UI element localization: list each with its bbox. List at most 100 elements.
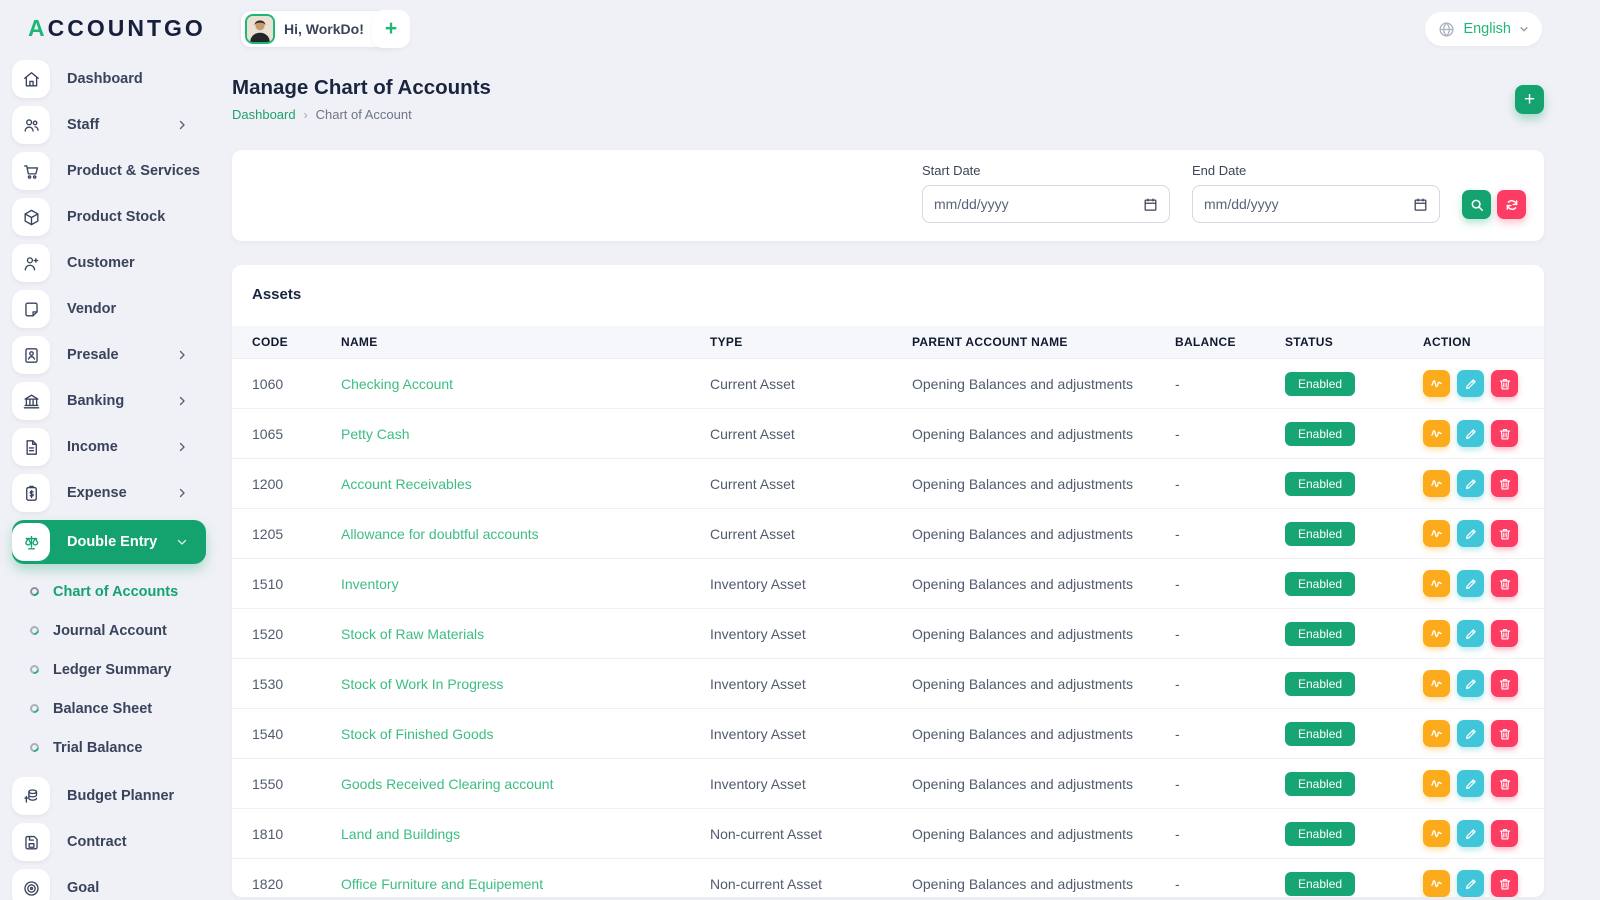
page-header: Manage Chart of Accounts Dashboard › Cha…	[232, 76, 1544, 122]
search-icon	[1470, 198, 1484, 212]
sidebar-item-expense[interactable]: Expense	[12, 474, 206, 512]
edit-button[interactable]	[1457, 470, 1484, 497]
account-name-link[interactable]: Account Receivables	[341, 476, 472, 492]
edit-button[interactable]	[1457, 820, 1484, 847]
table-header-row: CODE NAME TYPE PARENT ACCOUNT NAME BALAN…	[232, 326, 1544, 359]
delete-icon	[1498, 377, 1512, 391]
delete-button[interactable]	[1491, 820, 1518, 847]
account-name-link[interactable]: Goods Received Clearing account	[341, 776, 553, 792]
status-badge: Enabled	[1285, 771, 1356, 796]
sidebar-item-product-services[interactable]: Product & Services	[12, 152, 206, 190]
sidebar-item-income[interactable]: Income	[12, 428, 206, 466]
transactions-button[interactable]	[1423, 470, 1450, 497]
account-name-link[interactable]: Petty Cash	[341, 426, 409, 442]
sidebar-item-contract[interactable]: Contract	[12, 823, 206, 861]
delete-button[interactable]	[1491, 470, 1518, 497]
transactions-button[interactable]	[1423, 620, 1450, 647]
transactions-button[interactable]	[1423, 570, 1450, 597]
sidebar-item-customer[interactable]: Customer	[12, 244, 206, 282]
account-code: 1820	[232, 858, 333, 897]
cube-icon	[22, 208, 41, 227]
cell-actions	[1415, 508, 1544, 559]
reset-button[interactable]	[1497, 190, 1526, 219]
table-row: 1530 Stock of Work In Progress Inventory A…	[232, 658, 1544, 709]
delete-button[interactable]	[1491, 370, 1518, 397]
search-button[interactable]	[1462, 190, 1491, 219]
transactions-button[interactable]	[1423, 720, 1450, 747]
delete-button[interactable]	[1491, 520, 1518, 547]
sidebar-item-banking[interactable]: Banking	[12, 382, 206, 420]
breadcrumb-dashboard-link[interactable]: Dashboard	[232, 107, 296, 122]
sidebar-subitem-journal-account[interactable]: Journal Account	[0, 611, 212, 650]
sidebar-item-vendor[interactable]: Vendor	[12, 290, 206, 328]
transactions-button[interactable]	[1423, 820, 1450, 847]
transactions-button[interactable]	[1423, 770, 1450, 797]
calendar-icon[interactable]	[1143, 197, 1158, 212]
account-name-link[interactable]: Stock of Finished Goods	[341, 726, 494, 742]
sidebar-subitem-chart-of-accounts[interactable]: Chart of Accounts	[0, 572, 212, 611]
sidebar-subitem-ledger-summary[interactable]: Ledger Summary	[0, 650, 212, 689]
filter-panel: Start Date mm/dd/yyyy End Date mm/dd/yyy…	[232, 150, 1544, 241]
sidebar-item-product-stock[interactable]: Product Stock	[12, 198, 206, 236]
account-type: Inventory Asset	[702, 758, 904, 809]
transactions-button[interactable]	[1423, 870, 1450, 897]
create-account-button[interactable]: +	[1515, 85, 1544, 114]
parent-account-name: Opening Balances and adjustments	[904, 708, 1167, 759]
col-status: STATUS	[1277, 326, 1415, 359]
calendar-icon[interactable]	[1413, 197, 1428, 212]
edit-icon	[1464, 427, 1478, 441]
account-balance: -	[1167, 808, 1277, 859]
account-name-link[interactable]: Checking Account	[341, 376, 453, 392]
transactions-button[interactable]	[1423, 670, 1450, 697]
delete-button[interactable]	[1491, 770, 1518, 797]
sidebar-item-double-entry[interactable]: Double Entry	[12, 520, 206, 564]
sidebar-subitem-trial-balance[interactable]: Trial Balance	[0, 728, 212, 767]
sidebar-item-presale[interactable]: Presale	[12, 336, 206, 374]
edit-button[interactable]	[1457, 570, 1484, 597]
wave-icon	[1429, 376, 1444, 391]
quick-add-button[interactable]: +	[372, 10, 410, 48]
edit-button[interactable]	[1457, 670, 1484, 697]
edit-button[interactable]	[1457, 620, 1484, 647]
delete-button[interactable]	[1491, 570, 1518, 597]
transactions-button[interactable]	[1423, 370, 1450, 397]
delete-icon	[1498, 477, 1512, 491]
transactions-button[interactable]	[1423, 520, 1450, 547]
delete-button[interactable]	[1491, 670, 1518, 697]
account-name-link[interactable]: Land and Buildings	[341, 826, 460, 842]
edit-button[interactable]	[1457, 720, 1484, 747]
account-name-link[interactable]: Inventory	[341, 576, 399, 592]
sidebar-subitem-balance-sheet[interactable]: Balance Sheet	[0, 689, 212, 728]
account-name-link[interactable]: Stock of Raw Materials	[341, 626, 484, 642]
end-date-input[interactable]: mm/dd/yyyy	[1192, 185, 1440, 223]
delete-icon	[1498, 827, 1512, 841]
sidebar-item-staff[interactable]: Staff	[12, 106, 206, 144]
language-selector[interactable]: English	[1425, 12, 1542, 46]
chevron-right-icon	[176, 395, 188, 407]
sidebar-item-goal[interactable]: Goal	[12, 869, 206, 900]
edit-button[interactable]	[1457, 770, 1484, 797]
account-name-link[interactable]: Stock of Work In Progress	[341, 676, 503, 692]
account-type: Non-current Asset	[702, 858, 904, 897]
edit-button[interactable]	[1457, 370, 1484, 397]
delete-button[interactable]	[1491, 720, 1518, 747]
start-date-input[interactable]: mm/dd/yyyy	[922, 185, 1170, 223]
delete-button[interactable]	[1491, 620, 1518, 647]
transactions-button[interactable]	[1423, 420, 1450, 447]
account-name-link[interactable]: Office Furniture and Equipement	[341, 876, 543, 892]
edit-button[interactable]	[1457, 520, 1484, 547]
account-type: Inventory Asset	[702, 708, 904, 759]
edit-button[interactable]	[1457, 870, 1484, 897]
row-actions	[1423, 670, 1536, 697]
delete-icon	[1498, 627, 1512, 641]
delete-button[interactable]	[1491, 420, 1518, 447]
sidebar-item-budget-planner[interactable]: Budget Planner	[12, 777, 206, 815]
account-name-link[interactable]: Allowance for doubtful accounts	[341, 526, 539, 542]
status-badge: Enabled	[1285, 571, 1356, 596]
delete-button[interactable]	[1491, 870, 1518, 897]
edit-button[interactable]	[1457, 420, 1484, 447]
sidebar-item-dashboard[interactable]: Dashboard	[12, 60, 206, 98]
income-icon	[22, 438, 41, 457]
account-code: 1510	[232, 558, 333, 609]
row-actions	[1423, 420, 1536, 447]
